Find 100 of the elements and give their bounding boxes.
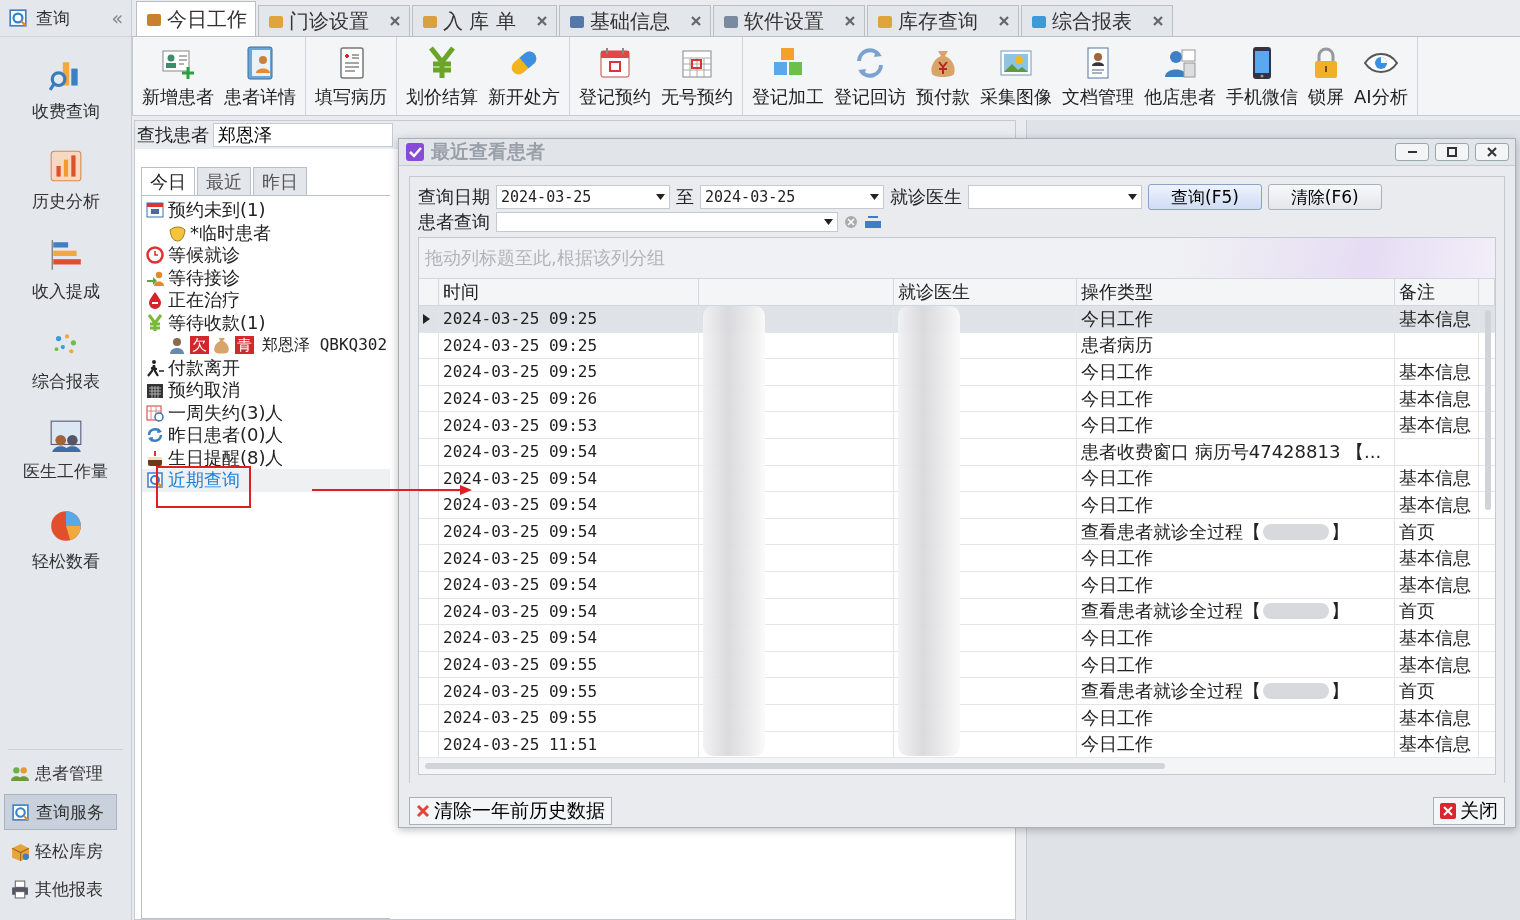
toolbar-button[interactable]: 手机微信 <box>1221 37 1303 115</box>
money-bag-icon <box>213 336 231 355</box>
table-cell: 首页 <box>1399 599 1435 624</box>
search-icon <box>11 802 30 822</box>
table-cell: 基本信息 <box>1399 705 1471 730</box>
toolbar-button[interactable]: 登记预约 <box>574 37 656 115</box>
tab[interactable]: 综合报表 <box>1020 5 1173 36</box>
scrollbar[interactable] <box>425 761 1165 772</box>
toolbar-button[interactable]: 划价结算 <box>401 37 483 115</box>
toolbar-button[interactable]: 锁屏 <box>1303 37 1349 115</box>
tab[interactable]: 门诊设置 <box>258 5 410 36</box>
nav-item[interactable]: 轻松数看 <box>0 507 131 577</box>
tree-item[interactable]: 生日提醒(8)人 <box>142 446 390 469</box>
toolbar-button[interactable]: 他店患者 <box>1139 37 1221 115</box>
close-icon[interactable] <box>389 15 401 27</box>
table-cell: 】 <box>1331 679 1349 704</box>
table-cell: 2024-03-25 09:55 <box>443 655 598 674</box>
caret-icon <box>870 194 879 200</box>
tree-item[interactable]: 一周失约(3)人 <box>142 401 390 424</box>
field-label: 至 <box>676 185 694 209</box>
clear-button[interactable]: 清除(F6) <box>1267 184 1382 210</box>
table-cell: 2024-03-25 09:54 <box>443 495 598 515</box>
close-icon[interactable] <box>843 15 856 27</box>
clear-icon <box>844 215 858 229</box>
toolbar-button[interactable]: 患者详情 <box>219 37 301 115</box>
close-icon[interactable] <box>535 15 548 27</box>
date-field[interactable]: 2024-03-25 <box>700 185 884 209</box>
close-button[interactable]: 关闭 <box>1433 797 1505 826</box>
tree-item[interactable]: 正在治疗 <box>142 289 390 312</box>
walking-person-icon <box>146 358 164 377</box>
nav-item[interactable]: 收费查询 <box>0 57 131 127</box>
table-cell: 2024-03-25 09:54 <box>443 628 598 648</box>
column-header[interactable]: 操作类型 <box>1077 279 1395 305</box>
minimize-button[interactable] <box>1395 143 1429 161</box>
close-icon[interactable] <box>997 15 1010 27</box>
link-text: 近期查询 <box>168 468 240 493</box>
calendar-icon <box>146 381 164 400</box>
toolbar-button[interactable]: 新增患者 <box>137 37 219 115</box>
toolbar-button[interactable]: 填写病历 <box>310 37 392 115</box>
query-button[interactable]: 查询(F5) <box>1148 184 1262 210</box>
table-cell: 2024-03-25 09:54 <box>443 468 598 488</box>
toolbar-button[interactable]: 登记加工 <box>747 37 829 115</box>
column-header[interactable]: 时间 <box>439 279 699 305</box>
date-field[interactable]: 2024-03-25 <box>496 185 670 209</box>
tab[interactable]: 入 库 单 <box>412 5 557 36</box>
toolbar-button[interactable]: 采集图像 <box>975 37 1057 115</box>
panel-title: 查询 <box>36 6 71 30</box>
nav-item[interactable]: 医生工作量 <box>0 417 131 487</box>
table-cell: 今日工作 <box>1081 466 1153 491</box>
toolbar-button[interactable]: 文档管理 <box>1057 37 1139 115</box>
tree-item[interactable]: 付款离开 <box>142 356 390 379</box>
tab[interactable]: 软件设置 <box>712 5 865 36</box>
table-cell: 基本信息 <box>1399 652 1471 677</box>
tab[interactable]: 今日 <box>141 167 195 195</box>
toolbar-button[interactable]: 新开处方 <box>483 37 565 115</box>
tree-item[interactable]: *临时患者 <box>142 221 390 244</box>
table-cell: 查看患者就诊全过程【 <box>1081 679 1261 704</box>
module-item[interactable]: 其他报表 <box>4 872 117 906</box>
field-label: 查找患者 <box>137 123 209 147</box>
tree-item[interactable]: 等候就诊 <box>142 244 390 267</box>
field-label: 查询日期 <box>418 185 490 209</box>
nav-item[interactable]: 综合报表 <box>0 327 131 397</box>
tab[interactable]: 基础信息 <box>558 5 711 36</box>
close-button[interactable] <box>1475 143 1509 161</box>
table-cell: 今日工作 <box>1081 572 1153 597</box>
tree-item[interactable]: 等待收款(1) <box>142 311 390 334</box>
tab[interactable]: 库存查询 <box>866 5 1019 36</box>
module-item[interactable]: 患者管理 <box>4 756 117 790</box>
search-field[interactable]: 郑恩泽 <box>213 123 393 147</box>
tree-item[interactable]: 欠 青 郑恩泽 QBKQ302 <box>142 334 390 357</box>
column-header[interactable]: 就诊医生 <box>894 279 1077 305</box>
tree-link[interactable]: 近期查询 <box>142 469 390 492</box>
tab[interactable]: 今日工作 <box>136 1 256 36</box>
nav-item[interactable]: 历史分析 <box>0 147 131 217</box>
tree-item[interactable]: 预约取消 <box>142 379 390 402</box>
clock-icon <box>146 246 164 265</box>
scrollbar[interactable] <box>1483 310 1493 510</box>
module-item[interactable]: 轻松库房 <box>4 834 117 868</box>
table-cell: 患者收费窗口 病历号47428813 【... <box>1081 439 1382 464</box>
nav-item[interactable]: 收入提成 <box>0 237 131 307</box>
close-icon[interactable] <box>689 15 702 27</box>
toolbar-button[interactable]: 预付款 <box>911 37 975 115</box>
module-item[interactable]: 查询服务 <box>4 794 117 830</box>
toolbar-button[interactable]: 无号预约 <box>656 37 738 115</box>
purge-button[interactable]: 清除一年前历史数据 <box>409 797 612 826</box>
close-icon[interactable] <box>1151 15 1164 27</box>
tree-item[interactable]: 等待接诊 <box>142 266 390 289</box>
cross-icon <box>416 804 430 819</box>
tab[interactable]: 昨日 <box>253 167 307 195</box>
column-header[interactable]: 备注 <box>1395 279 1479 305</box>
caret-icon <box>656 194 665 200</box>
caret-icon <box>824 219 833 225</box>
maximize-button[interactable] <box>1435 143 1469 161</box>
table-cell: 基本信息 <box>1399 625 1471 650</box>
toolbar-button[interactable]: AI分析 <box>1349 37 1413 115</box>
tree-item[interactable]: 预约未到(1) <box>142 199 390 222</box>
toolbar-button[interactable]: 登记回访 <box>829 37 911 115</box>
tab[interactable]: 最近 <box>197 167 251 195</box>
cake-icon <box>146 448 164 467</box>
tree-item[interactable]: 昨日患者(0)人 <box>142 424 390 447</box>
